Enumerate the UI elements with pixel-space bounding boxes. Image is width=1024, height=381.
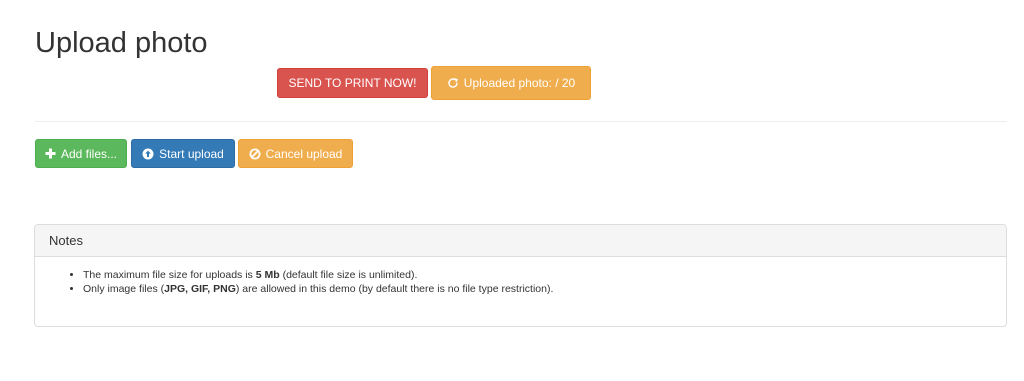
note-bold: 5 Mb [255,269,280,281]
note-text: (default file size is unlimited). [279,269,418,281]
send-to-print-button[interactable]: SEND TO PRINT NOW! [277,68,428,98]
ban-icon [249,148,261,160]
send-to-print-label: SEND TO PRINT NOW! [288,76,417,90]
upload-icon [142,148,154,160]
add-files-label: Add files... [60,146,118,161]
plus-icon [45,148,56,159]
notes-heading: Notes [35,225,1006,257]
add-files-button[interactable]: Add files... [35,139,127,168]
list-item: Only image files (JPG, GIF, PNG) are all… [83,282,992,296]
cancel-upload-button[interactable]: Cancel upload [238,139,353,168]
uploaded-photo-button[interactable]: Uploaded photo: / 20 [431,66,591,100]
list-item: The maximum file size for uploads is 5 M… [83,268,992,282]
notes-body: The maximum file size for uploads is 5 M… [35,257,1006,296]
page-title: Upload photo [35,27,208,59]
divider [35,121,1007,122]
note-text: Only image files ( [83,283,165,295]
refresh-icon [447,77,459,89]
notes-list: The maximum file size for uploads is 5 M… [49,268,992,296]
note-text: The maximum file size for uploads is [83,269,256,281]
notes-panel: Notes The maximum file size for uploads … [34,224,1007,327]
start-upload-label: Start upload [159,146,224,161]
uploaded-photo-label: Uploaded photo: / 20 [463,76,576,90]
note-bold: JPG, GIF, PNG [164,283,236,295]
cancel-upload-label: Cancel upload [265,146,343,161]
start-upload-button[interactable]: Start upload [131,139,235,168]
note-text: ) are allowed in this demo (by default t… [235,283,554,295]
